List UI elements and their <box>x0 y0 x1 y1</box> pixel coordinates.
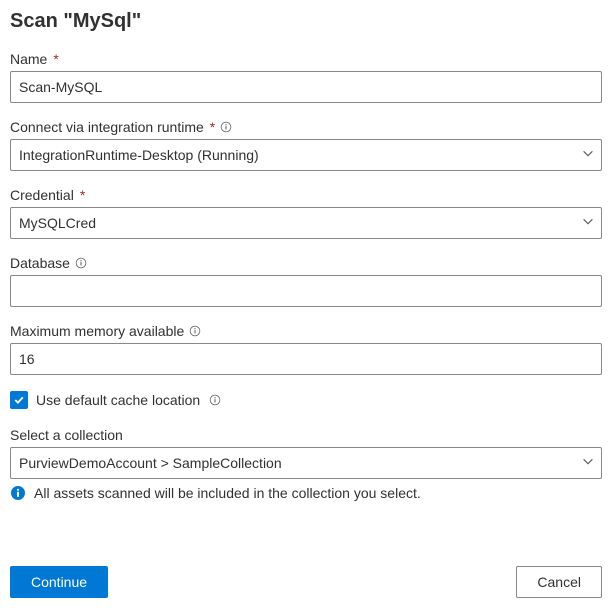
cache-checkbox-row: Use default cache location <box>10 391 602 409</box>
collection-value: PurviewDemoAccount > SampleCollection <box>19 455 282 471</box>
name-input[interactable] <box>10 71 602 103</box>
field-name: Name* <box>10 51 602 103</box>
collection-hint-text: All assets scanned will be included in t… <box>34 485 421 501</box>
runtime-select[interactable]: IntegrationRuntime-Desktop (Running) <box>10 139 602 171</box>
info-icon[interactable] <box>188 324 202 338</box>
field-credential: Credential* MySQLCred <box>10 187 602 239</box>
runtime-label: Connect via integration runtime* <box>10 119 602 135</box>
field-runtime: Connect via integration runtime* Integra… <box>10 119 602 171</box>
cancel-button[interactable]: Cancel <box>516 566 602 598</box>
info-icon[interactable] <box>219 120 233 134</box>
memory-label: Maximum memory available <box>10 323 602 339</box>
chevron-down-icon <box>581 455 595 472</box>
database-label: Database <box>10 255 602 271</box>
info-icon[interactable] <box>208 393 222 407</box>
memory-input[interactable] <box>10 343 602 375</box>
continue-button[interactable]: Continue <box>10 566 108 598</box>
chevron-down-icon <box>581 215 595 232</box>
cache-checkbox[interactable] <box>10 391 28 409</box>
footer: Continue Cancel <box>10 566 602 598</box>
credential-label: Credential* <box>10 187 602 203</box>
chevron-down-icon <box>581 147 595 164</box>
database-input[interactable] <box>10 275 602 307</box>
field-database: Database <box>10 255 602 307</box>
collection-label: Select a collection <box>10 427 602 443</box>
page-title: Scan "MySql" <box>10 10 602 33</box>
field-collection: Select a collection PurviewDemoAccount >… <box>10 427 602 501</box>
info-icon[interactable] <box>74 256 88 270</box>
collection-hint: All assets scanned will be included in t… <box>10 485 602 501</box>
collection-select[interactable]: PurviewDemoAccount > SampleCollection <box>10 447 602 479</box>
name-label: Name* <box>10 51 602 67</box>
field-memory: Maximum memory available <box>10 323 602 375</box>
runtime-value: IntegrationRuntime-Desktop (Running) <box>19 147 259 163</box>
credential-select[interactable]: MySQLCred <box>10 207 602 239</box>
credential-value: MySQLCred <box>19 215 96 231</box>
info-icon <box>10 485 26 501</box>
required-mark: * <box>210 119 215 135</box>
required-mark: * <box>80 187 85 203</box>
cache-label: Use default cache location <box>36 392 200 408</box>
required-mark: * <box>53 51 58 67</box>
